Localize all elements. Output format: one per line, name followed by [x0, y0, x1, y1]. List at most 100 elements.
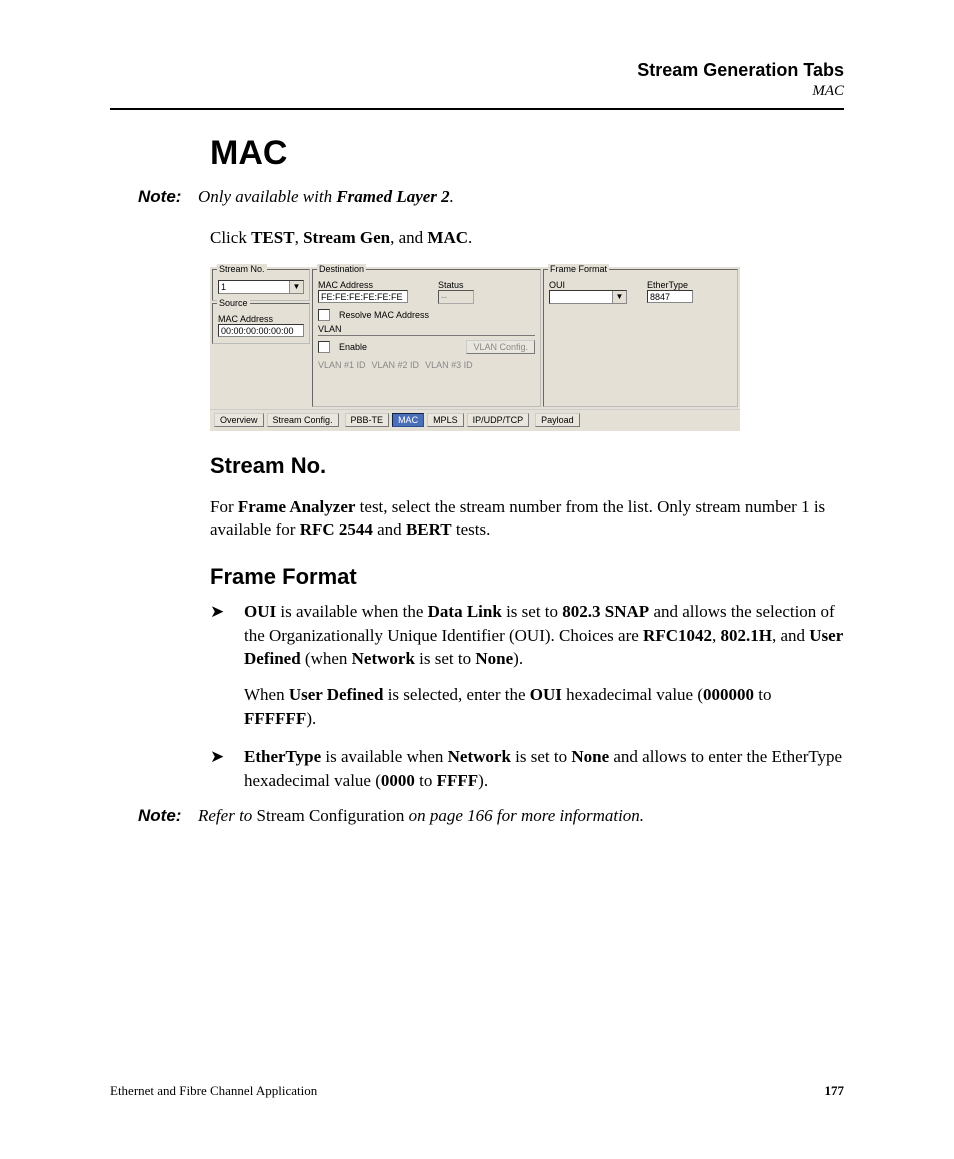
text-bold: TEST — [251, 228, 294, 247]
mac-tab-screenshot: Stream No. 1 ▼ Source MAC Address 00:00:… — [210, 267, 740, 431]
dest-mac-input[interactable]: FE:FE:FE:FE:FE:FE — [318, 290, 408, 303]
frame-format-legend: Frame Format — [548, 264, 609, 274]
vlan-enable-checkbox[interactable] — [318, 341, 330, 353]
text-bold: RFC1042 — [643, 626, 712, 645]
text: For — [210, 497, 238, 516]
destination-group: Destination MAC Address FE:FE:FE:FE:FE:F… — [312, 269, 541, 407]
text: . — [468, 228, 472, 247]
oui-dropdown[interactable]: ▼ — [549, 290, 627, 304]
source-mac-input[interactable]: 00:00:00:00:00:00 — [218, 324, 304, 337]
chapter-title: Stream Generation Tabs — [110, 60, 844, 81]
text-bold: Stream Gen — [303, 228, 390, 247]
text-bold: 000000 — [703, 685, 754, 704]
text: Click — [210, 228, 251, 247]
text-bold: Frame Analyzer — [238, 497, 356, 516]
text: on page 166 for more information. — [404, 806, 644, 825]
text: to — [415, 771, 437, 790]
note-label: Note: — [138, 806, 198, 826]
page-title: MAC — [210, 134, 844, 173]
bullet-arrow-icon: ➤ — [210, 600, 244, 731]
status-value: -- — [438, 290, 474, 304]
bullet-oui: ➤ OUI is available when the Data Link is… — [210, 600, 844, 731]
text: (when — [301, 649, 352, 668]
text: tests. — [452, 520, 491, 539]
note-framed-layer-2: Note: Only available with Framed Layer 2… — [138, 187, 844, 207]
chevron-down-icon: ▼ — [612, 291, 626, 303]
tab-payload[interactable]: Payload — [535, 413, 580, 427]
text: is available when — [321, 747, 448, 766]
text-bold: FFFF — [437, 771, 479, 790]
tab-ip-udp-tcp[interactable]: IP/UDP/TCP — [467, 413, 530, 427]
tabs-strip: Overview Stream Config. PBB-TE MAC MPLS … — [210, 409, 740, 431]
note-text-part: . — [450, 187, 454, 206]
text-bold: 802.1H — [721, 626, 772, 645]
footer-title: Ethernet and Fibre Channel Application — [110, 1083, 317, 1099]
tab-overview[interactable]: Overview — [214, 413, 264, 427]
subheading-frame-format: Frame Format — [210, 564, 844, 590]
text: , — [295, 228, 304, 247]
page-number: 177 — [825, 1083, 845, 1099]
stream-no-legend: Stream No. — [217, 264, 267, 274]
source-legend: Source — [217, 298, 250, 308]
text: is set to — [502, 602, 562, 621]
text-bold: BERT — [406, 520, 452, 539]
source-group: Source MAC Address 00:00:00:00:00:00 — [212, 303, 310, 344]
text: ). — [306, 709, 316, 728]
note-stream-config-ref: Note: Refer to Stream Configuration on p… — [138, 806, 844, 826]
text: is available when the — [276, 602, 428, 621]
stream-no-group: Stream No. 1 ▼ — [212, 269, 310, 301]
tab-stream-config[interactable]: Stream Config. — [267, 413, 339, 427]
text: , — [712, 626, 721, 645]
text-bold: Network — [352, 649, 415, 668]
tab-pbb-te[interactable]: PBB-TE — [345, 413, 390, 427]
ethertype-label: EtherType — [647, 280, 693, 290]
text: ). — [513, 649, 523, 668]
ethertype-input[interactable]: 8847 — [647, 290, 693, 303]
subheading-stream-no: Stream No. — [210, 453, 844, 479]
stream-no-description: For Frame Analyzer test, select the stre… — [210, 496, 844, 542]
text-bold: FFFFFF — [244, 709, 306, 728]
stream-no-dropdown[interactable]: 1 ▼ — [218, 280, 304, 294]
tab-mpls[interactable]: MPLS — [427, 413, 464, 427]
note-label: Note: — [138, 187, 198, 207]
header-rule — [110, 108, 844, 110]
text-bold: Data Link — [428, 602, 502, 621]
text: When — [244, 685, 289, 704]
text-bold: Network — [448, 747, 511, 766]
vlan-config-button[interactable]: VLAN Config. — [466, 340, 535, 354]
text-bold: None — [571, 747, 609, 766]
vlan-3-id-label: VLAN #3 ID — [425, 360, 473, 370]
note-text-part: Only available with — [198, 187, 336, 206]
vlan-label: VLAN — [318, 324, 535, 334]
note-text-bold: Framed Layer 2 — [336, 187, 449, 206]
tab-mac[interactable]: MAC — [392, 413, 424, 427]
text: , and — [390, 228, 427, 247]
vlan-enable-label: Enable — [339, 342, 367, 352]
vlan-1-id-label: VLAN #1 ID — [318, 360, 366, 370]
text-bold: MAC — [427, 228, 468, 247]
text-bold: 0000 — [381, 771, 415, 790]
source-mac-label: MAC Address — [218, 314, 304, 324]
text: , and — [772, 626, 809, 645]
text-bold: EtherType — [244, 747, 321, 766]
text-bold: None — [475, 649, 513, 668]
resolve-mac-checkbox[interactable] — [318, 309, 330, 321]
text: and — [373, 520, 406, 539]
text: hexadecimal value ( — [562, 685, 703, 704]
vlan-2-id-label: VLAN #2 ID — [372, 360, 420, 370]
oui-label: OUI — [549, 280, 627, 290]
text: to — [754, 685, 771, 704]
text-normal: Stream Configuration — [257, 806, 405, 825]
text: is set to — [415, 649, 475, 668]
bullet-ethertype: ➤ EtherType is available when Network is… — [210, 745, 844, 793]
text: is selected, enter the — [383, 685, 529, 704]
text-bold: OUI — [530, 685, 562, 704]
breadcrumb-subsection: MAC — [110, 83, 844, 100]
frame-format-group: Frame Format OUI ▼ EtherType 8847 — [543, 269, 738, 407]
status-label: Status — [438, 280, 474, 290]
destination-legend: Destination — [317, 264, 366, 274]
text: Refer to — [198, 806, 257, 825]
text: ). — [478, 771, 488, 790]
click-instruction: Click TEST, Stream Gen, and MAC. — [210, 227, 844, 250]
oui-value — [550, 291, 612, 303]
